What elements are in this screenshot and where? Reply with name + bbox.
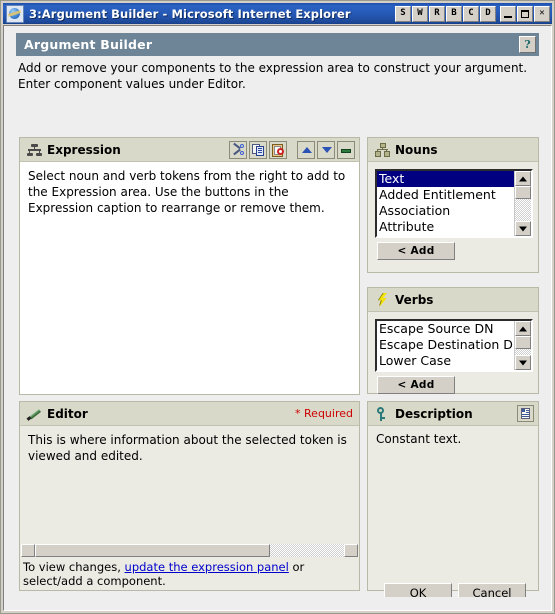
editor-instructions: This is where information about the sele…: [28, 433, 347, 463]
ie-globe-icon: [6, 4, 24, 23]
verbs-panel: Verbs Escape Source DN Escape Destinatio…: [367, 287, 539, 394]
scroll-track[interactable]: [515, 336, 531, 355]
expression-caption-label: Expression: [47, 142, 121, 157]
titlebar-button-d[interactable]: D: [480, 5, 496, 22]
description-text: Constant text.: [376, 432, 462, 446]
list-item[interactable]: Lower Case: [377, 353, 514, 369]
nouns-scrollbar[interactable]: [514, 171, 531, 236]
intro-text: Add or remove your components to the exp…: [18, 60, 543, 92]
scroll-thumb[interactable]: [515, 186, 531, 199]
key-icon: [375, 406, 390, 421]
browser-client-area: Argument Builder ? Add or remove your co…: [3, 25, 552, 611]
nouns-listbox[interactable]: Text Added Entitlement Association Attri…: [375, 169, 533, 238]
expression-toolbar: [227, 140, 355, 159]
cut-icon[interactable]: [229, 140, 247, 159]
scroll-left-button[interactable]: [21, 544, 35, 557]
scroll-up-button[interactable]: [515, 321, 531, 336]
titlebar-button-r[interactable]: R: [429, 5, 445, 22]
org-chart-icon: [375, 142, 390, 157]
nouns-panel: Nouns Text Added Entitlement Association…: [367, 137, 539, 273]
page-bottom-strip: [5, 597, 550, 609]
title-bar-buttons: S W R B C D ✕: [394, 5, 550, 22]
titlebar-button-w[interactable]: W: [412, 5, 428, 22]
scroll-down-button[interactable]: [515, 221, 531, 236]
editor-body[interactable]: This is where information about the sele…: [20, 426, 359, 590]
titlebar-button-c[interactable]: C: [463, 5, 479, 22]
list-item[interactable]: Escape Destination DN: [377, 337, 514, 353]
editor-caption: Editor * Required: [20, 402, 359, 426]
scroll-right-button[interactable]: [344, 544, 358, 557]
expression-instructions: Select noun and verb tokens from the rig…: [28, 169, 346, 215]
scroll-track[interactable]: [515, 186, 531, 221]
pencil-icon: [26, 407, 42, 421]
scroll-thumb[interactable]: [35, 544, 270, 557]
status-prefix: To view changes,: [23, 560, 125, 574]
editor-horizontal-scrollbar[interactable]: [21, 544, 358, 557]
verbs-caption: Verbs: [368, 288, 538, 312]
list-item[interactable]: Text: [377, 171, 514, 187]
page-title: Argument Builder: [24, 37, 153, 52]
nouns-caption: Nouns: [368, 138, 538, 162]
page-header-bar: Argument Builder ?: [16, 33, 539, 56]
list-item[interactable]: Added Entitlement: [377, 187, 514, 203]
list-item[interactable]: Escape Source DN: [377, 321, 514, 337]
intro-line-1: Add or remove your components to the exp…: [18, 61, 528, 75]
paste-icon[interactable]: [269, 140, 287, 159]
nouns-add-button[interactable]: < Add: [377, 242, 455, 260]
help-icon[interactable]: ?: [519, 36, 536, 53]
description-panel: Description Constant text. OK Cancel: [367, 401, 539, 603]
nouns-list-items: Text Added Entitlement Association Attri…: [377, 171, 514, 236]
expression-caption: Expression: [20, 138, 359, 162]
titlebar-button-b[interactable]: B: [446, 5, 462, 22]
titlebar-button-s[interactable]: S: [395, 5, 411, 22]
verbs-add-button[interactable]: < Add: [377, 376, 455, 394]
window-title: 3:Argument Builder - Microsoft Internet …: [29, 6, 351, 21]
list-item[interactable]: Association: [377, 203, 514, 219]
verbs-listbox[interactable]: Escape Source DN Escape Destination DN L…: [375, 319, 533, 372]
hierarchy-icon: [27, 143, 42, 157]
list-item[interactable]: Attribute: [377, 219, 514, 235]
maximize-button[interactable]: [517, 5, 533, 22]
copy-icon[interactable]: [249, 140, 267, 159]
scroll-thumb[interactable]: [515, 336, 531, 349]
browser-window: 3:Argument Builder - Microsoft Internet …: [0, 0, 555, 614]
update-expression-panel-link[interactable]: update the expression panel: [125, 560, 289, 574]
scroll-up-button[interactable]: [515, 171, 531, 186]
nouns-body: Text Added Entitlement Association Attri…: [368, 162, 538, 272]
nouns-caption-label: Nouns: [395, 142, 438, 157]
scroll-down-button[interactable]: [515, 355, 531, 370]
editor-caption-label: Editor: [47, 406, 88, 421]
verbs-list-items: Escape Source DN Escape Destination DN L…: [377, 321, 514, 370]
properties-icon[interactable]: [517, 405, 534, 422]
verbs-body: Escape Source DN Escape Destination DN L…: [368, 312, 538, 394]
verbs-caption-label: Verbs: [395, 292, 434, 307]
required-label: * Required: [295, 407, 353, 420]
expression-body[interactable]: Select noun and verb tokens from the rig…: [20, 162, 359, 394]
description-caption-label: Description: [395, 406, 473, 421]
editor-panel: Editor * Required This is where informat…: [19, 401, 360, 591]
close-button[interactable]: ✕: [534, 5, 550, 22]
arrow-down-icon[interactable]: [317, 140, 335, 159]
editor-status-text: To view changes, update the expression p…: [23, 560, 356, 588]
description-body: Constant text. OK Cancel: [368, 426, 538, 603]
title-bar: 3:Argument Builder - Microsoft Internet …: [3, 3, 552, 24]
description-caption: Description: [368, 402, 538, 426]
verbs-scrollbar[interactable]: [514, 321, 531, 370]
arrow-up-icon[interactable]: [297, 140, 315, 159]
lightning-bolt-icon: [375, 292, 390, 307]
intro-line-2: Enter component values under Editor.: [18, 77, 246, 91]
expression-panel: Expression Select noun and verb tokens f…: [19, 137, 360, 395]
remove-icon[interactable]: [337, 140, 355, 159]
minimize-button[interactable]: [500, 5, 516, 22]
page-content: Argument Builder ? Add or remove your co…: [5, 27, 550, 609]
scroll-track[interactable]: [35, 544, 344, 557]
